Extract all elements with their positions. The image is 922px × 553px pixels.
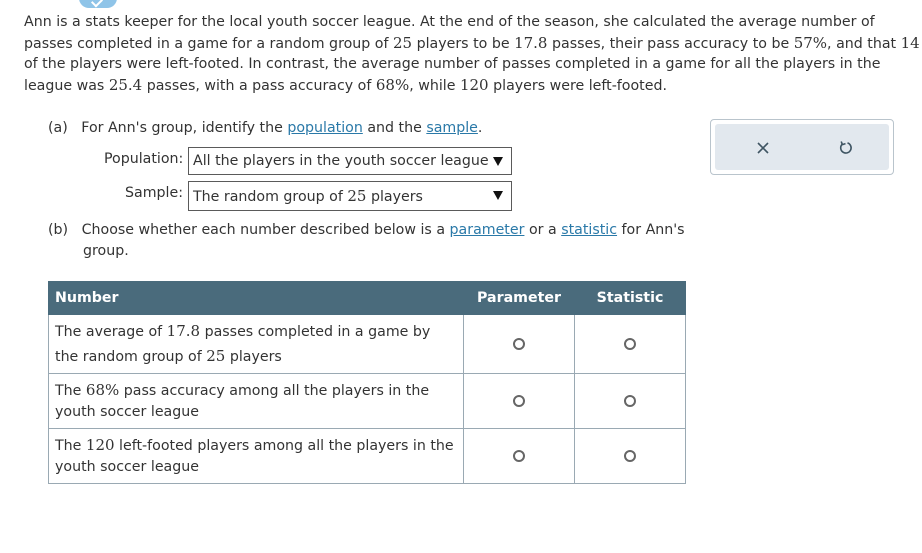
statistic-link[interactable]: statistic [561,222,617,238]
x-icon[interactable] [752,137,774,159]
sample-label: Sample: [125,185,183,201]
header-number: Number [48,281,464,315]
sample-select[interactable]: The random group of 25 players [188,181,512,211]
row-description: The 120 left-footed players among all th… [48,428,464,484]
population-select-value: All the players in the youth soccer leag… [193,153,489,169]
sample-link[interactable]: sample [426,120,478,136]
header-statistic: Statistic [574,281,686,315]
row-description: The 68% pass accuracy among all the play… [48,373,464,429]
parameter-radio[interactable] [513,395,525,407]
population-select[interactable]: All the players in the youth soccer leag… [188,147,512,175]
statistic-cell [574,373,686,429]
part-b-question: (b) Choose whether each number described… [48,222,685,259]
header-parameter: Parameter [463,281,575,315]
classification-table: Number Parameter Statistic The average o… [48,281,686,484]
parameter-radio[interactable] [513,338,525,350]
toolbox-panel [715,124,889,170]
table-row: The 68% pass accuracy among all the play… [48,373,686,429]
sample-select-value: The random group of 25 players [193,187,423,205]
parameter-cell [463,373,575,429]
collapse-tab-icon[interactable] [79,0,117,8]
parameter-cell [463,428,575,484]
statistic-cell [574,428,686,484]
statistic-cell [574,314,686,374]
answer-toolbox [710,119,894,175]
population-label: Population: [104,151,184,167]
parameter-cell [463,314,575,374]
statistic-radio[interactable] [624,338,636,350]
part-a-question: (a) For Ann's group, identify the popula… [48,120,483,136]
statistic-radio[interactable] [624,450,636,462]
part-a-marker: (a) [48,120,68,136]
table-row: The average of 17.8 passes completed in … [48,314,686,374]
dropdown-arrow-icon [493,191,503,200]
row-description: The average of 17.8 passes completed in … [48,314,464,374]
parameter-radio[interactable] [513,450,525,462]
statistic-radio[interactable] [624,395,636,407]
dropdown-arrow-icon [493,157,503,166]
parameter-link[interactable]: parameter [450,222,525,238]
population-link[interactable]: population [287,120,363,136]
table-row: The 120 left-footed players among all th… [48,428,686,484]
part-b-marker: (b) [48,222,69,238]
undo-icon[interactable] [835,137,857,159]
problem-statement: Ann is a stats keeper for the local yout… [24,14,920,94]
